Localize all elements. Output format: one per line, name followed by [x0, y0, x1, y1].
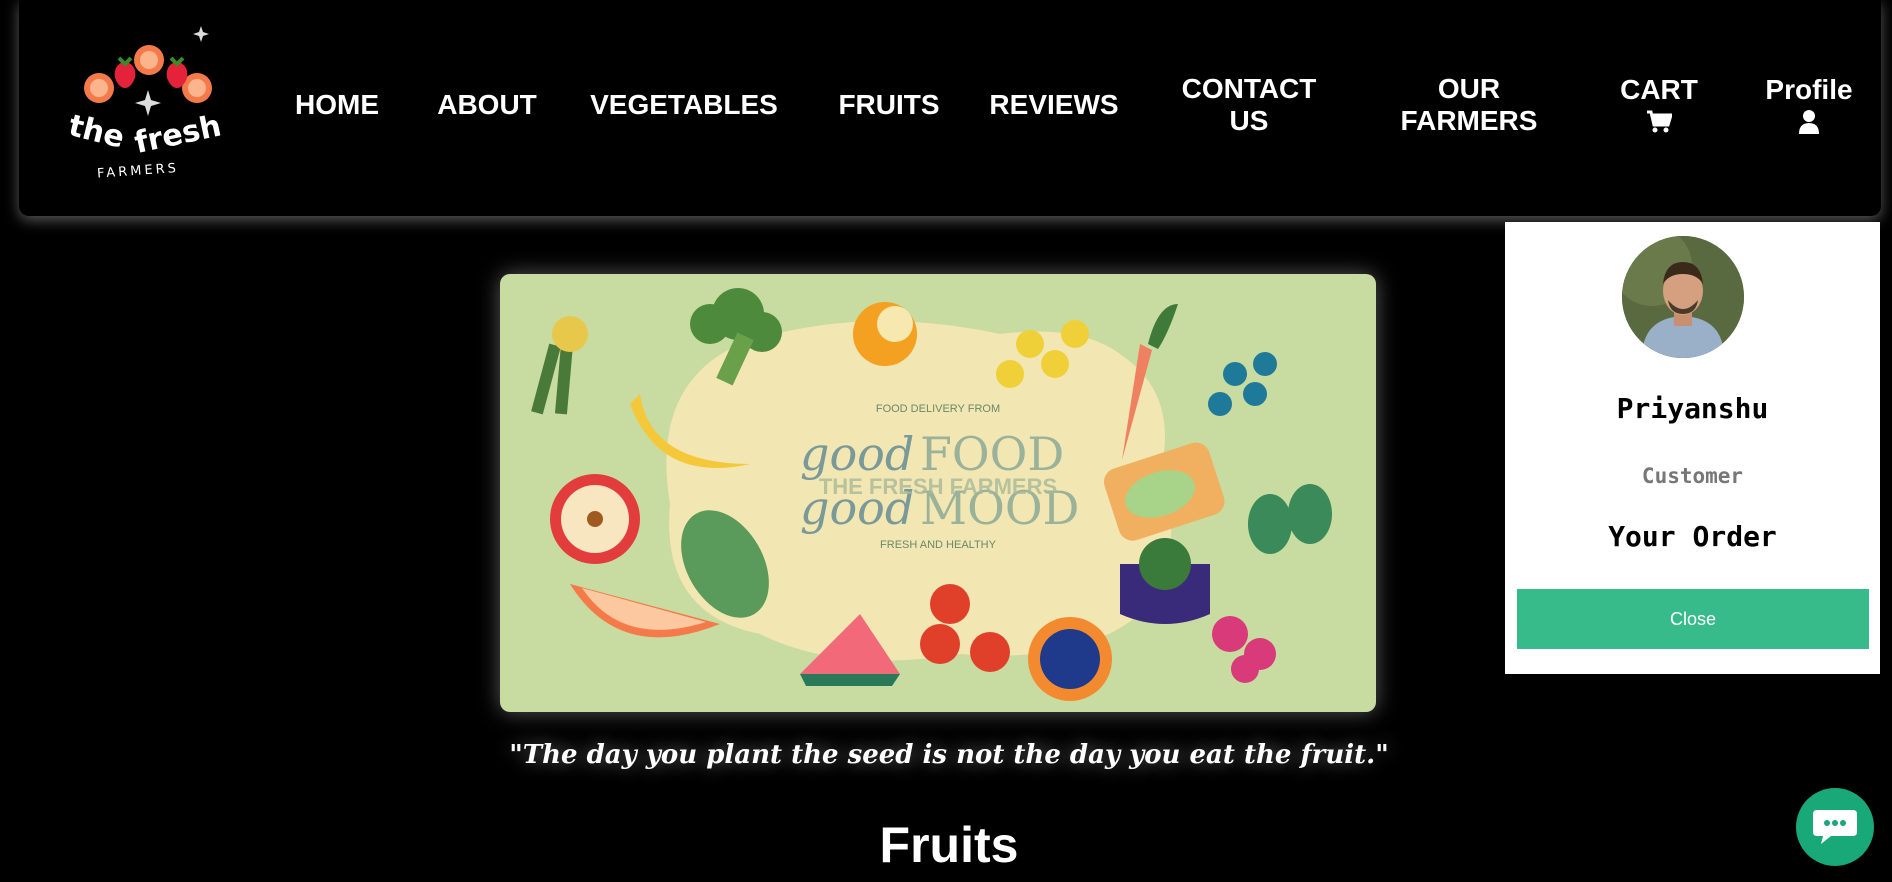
- nav-profile[interactable]: Profile: [1739, 0, 1879, 210]
- quote-text: "The day you plant the seed is not the d…: [509, 740, 1389, 770]
- nav-contact-label-2: US: [1229, 105, 1269, 136]
- radish-icon: [1212, 616, 1276, 683]
- nav-vegetables[interactable]: VEGETABLES: [579, 0, 789, 210]
- nav-cart-label: CART: [1620, 74, 1698, 105]
- nav-about-label: ABOUT: [437, 89, 537, 120]
- nav-home[interactable]: HOME: [277, 0, 397, 210]
- nav-contact-label-1: CONTACT: [1181, 73, 1317, 104]
- lemon-icon: [853, 302, 917, 366]
- chat-icon: [1813, 806, 1857, 849]
- nav-cart[interactable]: CART: [1599, 0, 1719, 210]
- nav-profile-label: Profile: [1765, 74, 1853, 105]
- nav-reviews-label: REVIEWS: [989, 89, 1119, 120]
- banner-big-1: FOOD: [920, 427, 1064, 481]
- nav-farmers-label-1: OUR: [1437, 73, 1501, 104]
- profile-name: Priyanshu: [1616, 392, 1769, 425]
- chat-button[interactable]: [1796, 788, 1874, 866]
- apple-icon: [550, 474, 640, 564]
- nav-vegetables-label: VEGETABLES: [590, 89, 778, 120]
- avatar: [1622, 236, 1744, 358]
- nav-reviews[interactable]: REVIEWS: [969, 0, 1139, 210]
- orange-icon: [1028, 617, 1112, 701]
- banner-script-1: good: [800, 427, 914, 481]
- profile-role: Customer: [1641, 464, 1744, 488]
- section-title: Fruits: [879, 817, 1019, 873]
- nav-farmers-label-2: FARMERS: [1400, 105, 1538, 136]
- svg-text:FARMERS: FARMERS: [97, 161, 180, 180]
- nav-fruits-label: FRUITS: [838, 89, 940, 120]
- hero-banner: FOOD DELIVERY FROM good good FOOD MOOD T…: [500, 274, 1376, 712]
- nav-about[interactable]: ABOUT: [417, 0, 557, 210]
- banner-small-bottom: FRESH AND HEALTHY: [880, 539, 997, 551]
- banner-brand-overlay: THE FRESH FARMERS: [819, 474, 1057, 499]
- nav-contact-us[interactable]: CONTACT US: [1169, 0, 1329, 210]
- nav-our-farmers[interactable]: OUR FARMERS: [1389, 0, 1549, 210]
- your-order-heading: Your Order: [1608, 520, 1777, 553]
- nav-fruits[interactable]: FRUITS: [819, 0, 959, 210]
- user-icon: [1798, 108, 1820, 136]
- profile-panel: Priyanshu Customer Your Order Close: [1505, 222, 1880, 674]
- scallion-icon: [531, 316, 588, 415]
- cart-icon: [1646, 108, 1672, 136]
- nav-home-label: HOME: [295, 89, 379, 120]
- svg-text:the: the: [65, 108, 128, 156]
- brand-logo[interactable]: the fresh FARMERS: [59, 20, 239, 182]
- spinach-icon: [1248, 484, 1332, 554]
- banner-small-top: FOOD DELIVERY FROM: [876, 403, 1000, 415]
- close-button[interactable]: Close: [1517, 589, 1869, 649]
- navbar: the fresh FARMERS HOME ABOUT VEGETABLES …: [19, 0, 1881, 216]
- berries-icon: [1208, 352, 1277, 416]
- svg-text:fresh: fresh: [131, 109, 224, 161]
